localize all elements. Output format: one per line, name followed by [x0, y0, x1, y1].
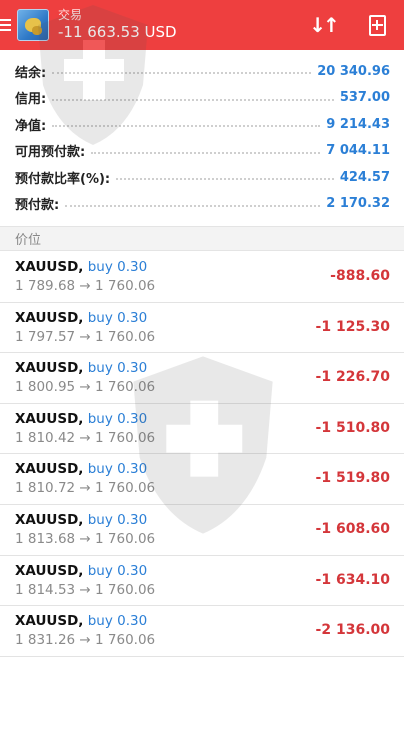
- summary-label: 预付款:: [15, 198, 60, 214]
- sort-icon: ↓↑: [309, 13, 339, 37]
- summary-label: 可用预付款:: [15, 145, 86, 161]
- position-row[interactable]: XAUUSD, buy 0.30 1 800.95 → 1 760.06 -1 …: [0, 353, 404, 404]
- position-row[interactable]: XAUUSD, buy 0.30 1 797.57 → 1 760.06 -1 …: [0, 303, 404, 354]
- summary-value: 2 170.32: [326, 196, 390, 212]
- position-symbol: XAUUSD,: [15, 360, 84, 377]
- position-profit: -2 136.00: [315, 622, 390, 639]
- new-order-button[interactable]: [350, 0, 404, 50]
- position-row[interactable]: XAUUSD, buy 0.30 1 813.68 → 1 760.06 -1 …: [0, 505, 404, 556]
- summary-value: 537.00: [339, 90, 390, 106]
- position-row[interactable]: XAUUSD, buy 0.30 1 810.72 → 1 760.06 -1 …: [0, 454, 404, 505]
- summary-row-margin: 预付款: 2 170.32: [0, 191, 404, 218]
- app-logo-icon: [17, 9, 49, 41]
- position-symbol: XAUUSD,: [15, 259, 84, 275]
- summary-value: 20 340.96: [317, 63, 390, 79]
- position-profit: -1 226.70: [315, 369, 390, 386]
- position-side: buy 0.30: [87, 360, 148, 377]
- position-prices: 1 813.68 → 1 760.06: [15, 530, 156, 547]
- position-side: buy 0.30: [87, 410, 148, 427]
- position-prices: 1 800.95 → 1 760.06: [15, 379, 156, 396]
- position-profit: -1 634.10: [315, 571, 390, 588]
- dotted-leader: [65, 204, 321, 207]
- position-profit: -1 519.80: [315, 470, 390, 487]
- position-symbol: XAUUSD,: [15, 410, 84, 427]
- dotted-leader: [52, 72, 312, 75]
- position-row[interactable]: XAUUSD, buy 0.30 1 789.68 → 1 760.06 -88…: [0, 252, 404, 303]
- new-order-icon: [368, 14, 386, 36]
- position-prices: 1 814.53 → 1 760.06: [15, 581, 156, 598]
- sort-button[interactable]: ↓↑: [296, 0, 350, 50]
- position-profit: -888.60: [330, 268, 390, 284]
- position-symbol: XAUUSD,: [15, 613, 84, 630]
- position-side: buy 0.30: [87, 461, 148, 478]
- summary-row-equity: 净值: 9 214.43: [0, 111, 404, 138]
- position-prices: 1 797.57 → 1 760.06: [15, 328, 156, 345]
- position-profit: -1 125.30: [315, 318, 390, 335]
- position-row[interactable]: XAUUSD, buy 0.30 1 814.53 → 1 760.06 -1 …: [0, 556, 404, 607]
- summary-row-credit: 信用: 537.00: [0, 85, 404, 112]
- dotted-leader: [52, 125, 321, 128]
- position-side: buy 0.30: [87, 309, 148, 326]
- summary-row-balance: 结余: 20 340.96: [0, 58, 404, 85]
- position-side: buy 0.30: [87, 259, 148, 275]
- summary-value: 9 214.43: [326, 116, 390, 132]
- summary-label: 净值:: [15, 118, 47, 134]
- position-symbol: XAUUSD,: [15, 461, 84, 478]
- title-block: 交易 -11 663.53 USD: [58, 8, 177, 42]
- summary-row-free-margin: 可用预付款: 7 044.11: [0, 138, 404, 165]
- dotted-leader: [52, 98, 334, 101]
- position-row[interactable]: XAUUSD, buy 0.30 1 810.42 → 1 760.06 -1 …: [0, 404, 404, 455]
- summary-value: 7 044.11: [326, 143, 390, 159]
- summary-label: 预付款比率(%):: [15, 171, 111, 187]
- position-symbol: XAUUSD,: [15, 562, 84, 579]
- account-summary: 结余: 20 340.96 信用: 537.00 净值: 9 214.43 可用…: [0, 58, 404, 217]
- dotted-leader: [116, 178, 334, 181]
- position-prices: 1 789.68 → 1 760.06: [15, 278, 156, 294]
- positions-section-header: 价位: [0, 226, 404, 251]
- summary-label: 结余:: [15, 65, 47, 81]
- position-prices: 1 810.72 → 1 760.06: [15, 480, 156, 497]
- position-side: buy 0.30: [87, 562, 148, 579]
- position-side: buy 0.30: [87, 613, 148, 630]
- position-prices: 1 810.42 → 1 760.06: [15, 429, 156, 446]
- position-symbol: XAUUSD,: [15, 511, 84, 528]
- positions-list: XAUUSD, buy 0.30 1 789.68 → 1 760.06 -88…: [0, 252, 404, 657]
- position-row[interactable]: XAUUSD, buy 0.30 1 831.26 → 1 760.06 -2 …: [0, 606, 404, 657]
- summary-row-margin-level: 预付款比率(%): 424.57: [0, 164, 404, 191]
- position-profit: -1 608.60: [315, 520, 390, 537]
- summary-label: 信用:: [15, 92, 47, 108]
- dotted-leader: [91, 151, 321, 154]
- position-profit: -1 510.80: [315, 419, 390, 436]
- summary-value: 424.57: [339, 169, 390, 185]
- menu-icon[interactable]: [0, 0, 14, 50]
- position-prices: 1 831.26 → 1 760.06: [15, 632, 156, 649]
- screen-subtitle: 交易: [58, 8, 83, 22]
- position-symbol: XAUUSD,: [15, 309, 84, 326]
- floating-profit-title: -11 663.53 USD: [58, 23, 177, 41]
- top-app-bar: 交易 -11 663.53 USD ↓↑: [0, 0, 404, 50]
- position-side: buy 0.30: [87, 511, 148, 528]
- top-actions: ↓↑: [296, 0, 404, 50]
